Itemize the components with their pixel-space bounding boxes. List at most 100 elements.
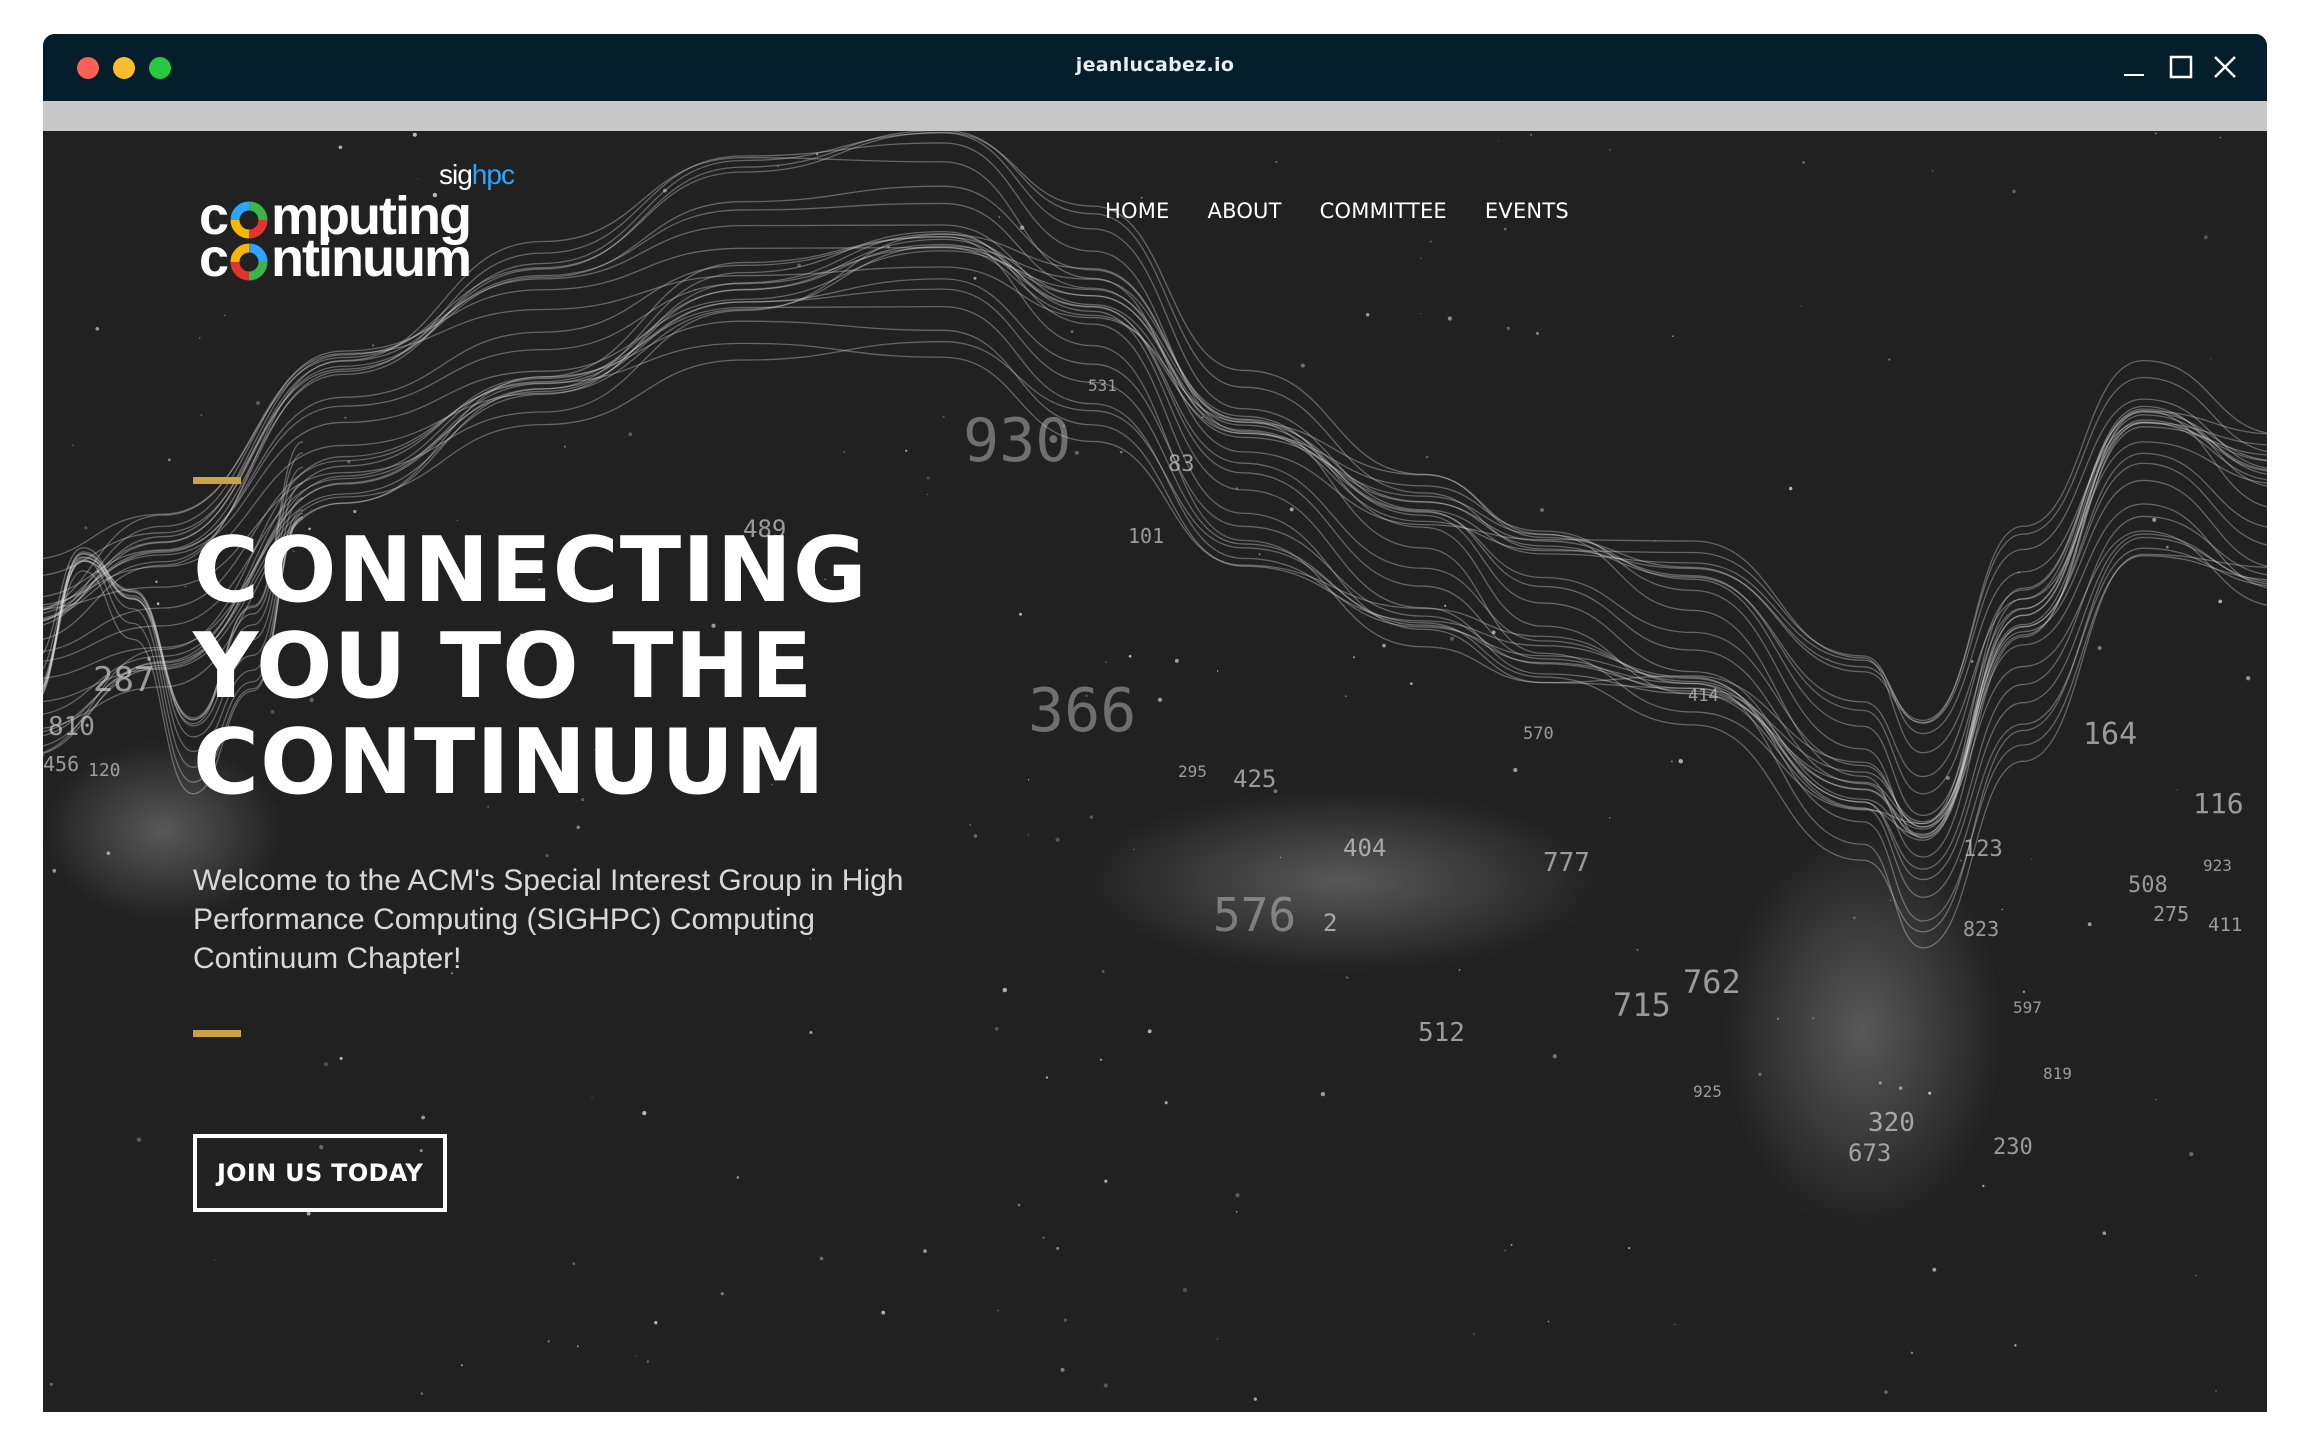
star-dot xyxy=(720,1292,724,1296)
site-logo[interactable]: sighpc c mputing c ntinuum xyxy=(199,159,515,285)
star-dot xyxy=(1959,859,1962,862)
nav-about[interactable]: ABOUT xyxy=(1208,199,1282,223)
star-dot xyxy=(1409,682,1413,686)
star-dot xyxy=(2012,189,2016,194)
star-dot xyxy=(545,853,549,858)
maximize-icon[interactable] xyxy=(2168,54,2194,80)
star-dot xyxy=(1932,170,1934,172)
background-number: 715 xyxy=(1613,986,1671,1024)
nav-home[interactable]: HOME xyxy=(1105,199,1170,223)
star-dot xyxy=(1074,450,1079,455)
star-dot xyxy=(881,1310,886,1315)
star-dot xyxy=(1128,654,1132,658)
star-dot xyxy=(2203,235,2208,240)
nav-events[interactable]: EVENTS xyxy=(1485,199,1569,223)
star-dot xyxy=(1674,1323,1676,1326)
star-dot xyxy=(1447,316,1453,321)
star-dot xyxy=(1019,612,1022,616)
background-number: 116 xyxy=(2193,787,2244,820)
star-dot xyxy=(1103,1383,1108,1388)
star-dot xyxy=(1100,1058,1102,1061)
star-dot xyxy=(421,1115,425,1120)
background-number: 570 xyxy=(1523,724,1554,744)
star-dot xyxy=(1506,326,1511,331)
logo-line-continuum: c ntinuum xyxy=(199,228,472,288)
hero-title-line: CONNECTING xyxy=(193,518,868,623)
star-dot xyxy=(1932,1267,1937,1272)
star-dot xyxy=(339,1056,343,1060)
star-dot xyxy=(1425,455,1429,459)
star-dot xyxy=(923,1249,927,1253)
star-dot xyxy=(1365,312,1370,317)
title-bar: jeanlucabez.io xyxy=(43,34,2267,101)
close-icon[interactable] xyxy=(2212,54,2238,80)
star-dot xyxy=(1654,540,1656,542)
star-dot xyxy=(199,337,201,339)
background-number: 287 xyxy=(93,660,154,700)
star-dot xyxy=(1491,630,1496,635)
star-dot xyxy=(1002,987,1008,993)
star-dot xyxy=(736,1176,740,1179)
star-dot xyxy=(412,132,417,137)
star-dot xyxy=(969,824,972,826)
star-dot xyxy=(1320,1091,1326,1097)
background-number: 83 xyxy=(1168,452,1195,477)
star-dot xyxy=(2022,990,2026,993)
star-dot xyxy=(2215,1390,2217,1393)
star-dot xyxy=(1089,815,1094,819)
star-dot xyxy=(136,1137,142,1142)
star-dot xyxy=(1399,622,1401,624)
star-dot xyxy=(1888,358,1891,361)
star-dot xyxy=(2102,1231,2107,1236)
star-dot xyxy=(1063,1318,1068,1322)
star-dot xyxy=(1429,240,1433,243)
background-number: 819 xyxy=(2043,1064,2072,1083)
star-dot xyxy=(156,602,160,606)
star-dot xyxy=(887,245,890,249)
star-dot xyxy=(1510,1243,1513,1246)
star-dot xyxy=(926,494,928,496)
star-dot xyxy=(1027,834,1030,836)
background-number: 531 xyxy=(1088,376,1117,395)
star-dot xyxy=(809,1030,813,1035)
star-dot xyxy=(572,1262,576,1265)
star-dot xyxy=(1164,1101,1168,1105)
background-number: 366 xyxy=(1028,676,1136,746)
star-dot xyxy=(1672,335,1674,337)
star-dot xyxy=(67,565,71,569)
star-dot xyxy=(2245,675,2251,681)
background-number: 508 xyxy=(2128,873,2168,898)
star-dot xyxy=(642,1111,647,1116)
star-dot xyxy=(256,401,260,405)
star-dot xyxy=(563,445,566,448)
star-dot xyxy=(1420,313,1422,315)
star-dot xyxy=(1104,1179,1108,1183)
star-dot xyxy=(200,414,203,416)
star-dot xyxy=(2189,1151,2194,1157)
star-dot xyxy=(1450,636,1455,641)
star-dot xyxy=(1473,1333,1475,1335)
background-number: 275 xyxy=(2153,902,2189,926)
star-dot xyxy=(1174,658,1179,663)
star-dot xyxy=(1289,507,1294,512)
star-dot xyxy=(628,432,633,437)
star-dot xyxy=(1540,508,1544,512)
star-dot xyxy=(777,165,779,167)
star-dot xyxy=(1042,1236,1045,1239)
star-dot xyxy=(973,834,978,838)
star-dot xyxy=(184,585,187,588)
minimize-icon[interactable] xyxy=(2121,54,2147,80)
star-dot xyxy=(155,580,158,583)
star-dot xyxy=(1458,969,1461,971)
star-dot xyxy=(1352,656,1355,659)
star-dot xyxy=(96,570,100,574)
join-us-button[interactable]: JOIN US TODAY xyxy=(193,1134,447,1212)
star-dot xyxy=(1235,1210,1238,1213)
hero-title: CONNECTING YOU TO THE CONTINUUM xyxy=(193,523,1013,811)
star-dot xyxy=(1216,670,1219,672)
star-dot xyxy=(1300,363,1305,368)
star-dot xyxy=(1253,1397,1257,1401)
nav-committee[interactable]: COMMITTEE xyxy=(1320,199,1447,223)
star-dot xyxy=(1636,948,1639,951)
background-number: 230 xyxy=(1993,1135,2033,1160)
